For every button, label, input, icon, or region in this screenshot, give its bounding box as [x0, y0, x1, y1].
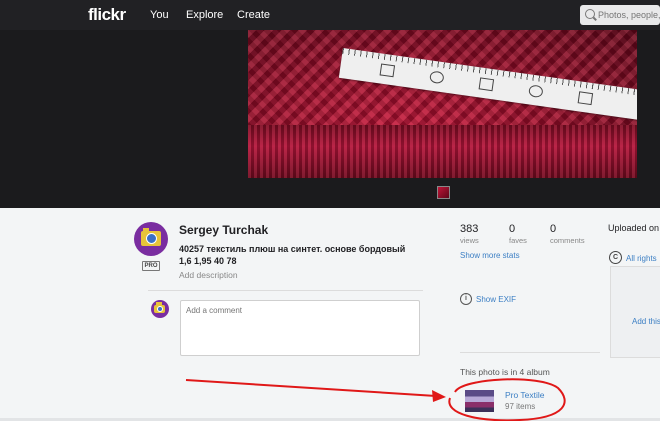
annotation-arrow-line: [185, 379, 437, 397]
album-item-count: 97 items: [505, 402, 536, 411]
nav-you[interactable]: You: [150, 9, 169, 21]
album-thumbnail[interactable]: [465, 390, 494, 412]
owner-avatar[interactable]: [134, 222, 168, 256]
views-count: 383: [460, 223, 479, 235]
camera-icon: [141, 228, 161, 246]
owner-name[interactable]: Sergey Turchak: [179, 223, 268, 237]
annotation-arrow-head: [432, 390, 446, 402]
faves-label: faves: [509, 236, 527, 245]
comment-input[interactable]: [180, 300, 420, 356]
main-photo[interactable]: [248, 30, 637, 178]
nav-create[interactable]: Create: [237, 9, 270, 21]
flickr-logo[interactable]: flickr: [88, 5, 126, 25]
tags-panel: [610, 266, 660, 358]
fabric-fold: [248, 125, 637, 178]
photo-thumbnail[interactable]: [437, 186, 450, 199]
albums-heading: This photo is in 4 album: [460, 367, 550, 377]
camera-icon: [154, 302, 165, 313]
nav-explore[interactable]: Explore: [186, 9, 223, 21]
add-this-link[interactable]: Add this: [632, 317, 660, 326]
top-navigation-bar: flickr You Explore Create: [0, 0, 660, 30]
show-exif-link[interactable]: Show EXIF: [476, 295, 516, 304]
commenter-avatar: [151, 300, 169, 318]
divider: [148, 290, 423, 291]
views-label: views: [460, 236, 479, 245]
uploaded-on: Uploaded on: [608, 223, 660, 233]
album-name-link[interactable]: Pro Textile: [505, 390, 545, 400]
comments-count: 0: [550, 223, 557, 235]
faves-count: 0: [509, 223, 516, 235]
comments-label: comments: [550, 236, 585, 245]
search-icon: [585, 9, 595, 19]
add-description-link[interactable]: Add description: [179, 270, 238, 280]
search-input[interactable]: [598, 8, 660, 22]
copyright-icon: C: [609, 251, 622, 264]
divider: [460, 352, 600, 353]
search-box[interactable]: [580, 5, 660, 25]
info-icon: i: [460, 293, 472, 305]
ruler-in-photo: [338, 48, 637, 123]
pro-badge: PRO: [142, 261, 160, 271]
photo-title: 40257 текстиль плюш на синтет. основе бо…: [179, 244, 406, 266]
photo-stage: [0, 30, 660, 208]
license-link[interactable]: All rights: [626, 254, 657, 263]
show-more-stats-link[interactable]: Show more stats: [460, 251, 520, 260]
